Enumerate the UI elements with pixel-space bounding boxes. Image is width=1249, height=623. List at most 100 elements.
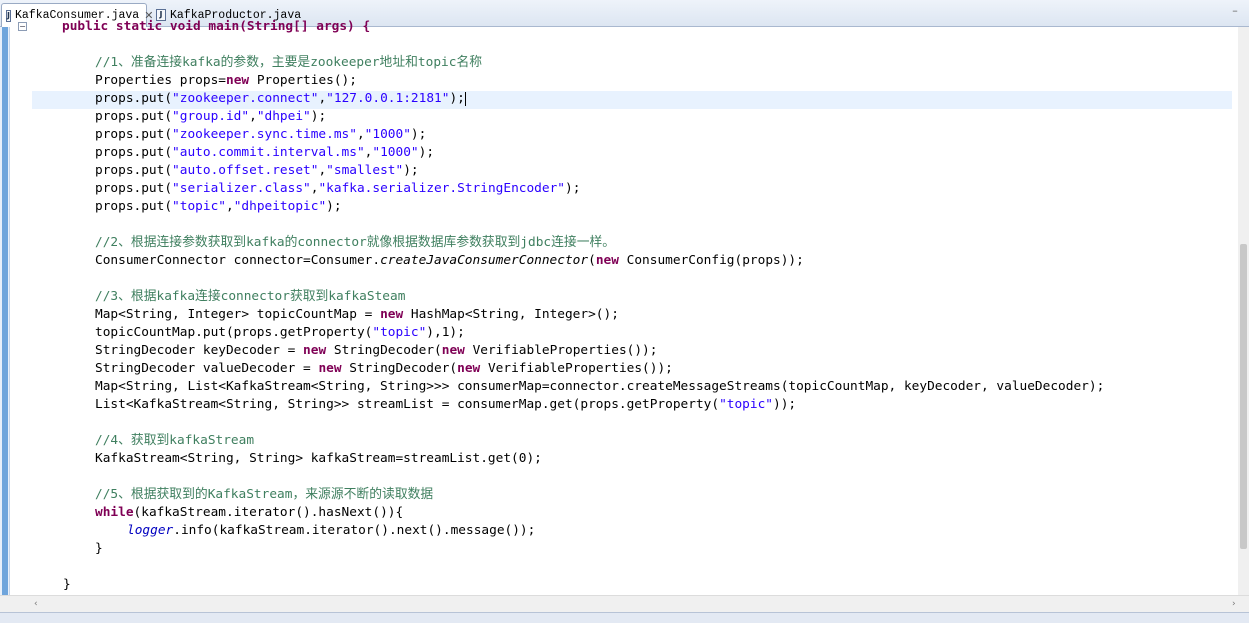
code-line: //5、根据获取到的KafkaStream，来源源不断的读取数据 (32, 486, 1104, 504)
change-ruler-bar (2, 27, 8, 595)
string-literal: "dhpeitopic" (233, 199, 327, 214)
code-line: } (32, 576, 1104, 594)
code-lines: public static void main(String[] args) {… (32, 18, 1104, 594)
code-line: props.put("topic","dhpeitopic"); (32, 198, 1104, 216)
string-literal: "group.id" (172, 109, 250, 124)
code-line: public static void main(String[] args) { (32, 18, 1104, 36)
comment: //5、根据获取到的KafkaStream，来源源不断的读取数据 (95, 487, 434, 502)
code-token: ); (326, 199, 342, 214)
scroll-left-icon[interactable]: ‹ (34, 599, 38, 609)
code-token: StringDecoder valueDecoder = (95, 361, 319, 376)
code-token: StringDecoder( (341, 361, 458, 376)
keyword: new (380, 307, 404, 322)
code-token: ),1); (426, 325, 465, 340)
comment: //3、根据kafka连接connector获取到kafkaSteam (95, 289, 406, 304)
fold-collapse-icon[interactable]: − (18, 22, 27, 31)
code-token: )); (773, 397, 797, 412)
code-token: ( (588, 253, 596, 268)
string-literal: "topic" (719, 397, 773, 412)
code-line: //4、获取到kafkaStream (32, 432, 1104, 450)
bottom-panel-border (0, 612, 1249, 623)
string-literal: "1000" (372, 145, 419, 160)
code-line: List<KafkaStream<String, String>> stream… (32, 396, 1104, 414)
string-literal: "dhpei" (256, 109, 311, 124)
code-line: ConsumerConnector connector=Consumer.cre… (32, 252, 1104, 270)
code-token: ); (418, 145, 435, 160)
code-line: } (32, 540, 1104, 558)
horizontal-scrollbar[interactable] (0, 595, 1249, 612)
code-token: ConsumerConfig(props)); (618, 253, 804, 268)
code-token: , (318, 91, 327, 106)
string-literal: "1000" (364, 127, 411, 142)
string-literal: "topic" (172, 199, 226, 214)
code-token: ConsumerConnector connector=Consumer. (95, 253, 381, 268)
comment: //2、根据连接参数获取到kafka的connector就像根据数据库参数获取到… (95, 235, 616, 250)
code-token: ); (410, 127, 427, 142)
code-token: topicCountMap.put(props.getProperty( (95, 325, 373, 340)
code-token: StringDecoder keyDecoder = (95, 343, 304, 358)
comment: //4、获取到kafkaStream (95, 433, 255, 448)
code-token: (kafkaStream.iterator().hasNext()){ (133, 505, 404, 520)
code-line: props.put("auto.commit.interval.ms","100… (32, 144, 1104, 162)
string-literal: "kafka.serializer.StringEncoder" (318, 181, 565, 196)
minimize-icon[interactable]: – (1229, 5, 1241, 18)
code-line: StringDecoder valueDecoder = new StringD… (32, 360, 1104, 378)
code-line: props.put("serializer.class","kafka.seri… (32, 180, 1104, 198)
code-token: VerifiableProperties()); (480, 361, 673, 376)
keyword: new (595, 253, 619, 268)
code-token: ); (403, 163, 419, 178)
keyword: new (441, 343, 465, 358)
code-line: //1、准备连接kafka的参数，主要是zookeeper地址和topic名称 (32, 54, 1104, 72)
keyword: new (225, 73, 250, 88)
comment: //1、准备连接kafka的参数，主要是zookeeper地址和topic名称 (95, 55, 483, 70)
code-token: Map<String, Integer> topicCountMap = (95, 307, 381, 322)
string-literal: "zookeeper.sync.time.ms" (172, 127, 357, 142)
code-line: Map<String, Integer> topicCountMap = new… (32, 306, 1104, 324)
string-literal: "topic" (372, 325, 427, 340)
keyword: new (457, 361, 481, 376)
code-token: props.put( (95, 91, 173, 106)
code-line: props.put("auto.offset.reset","smallest"… (32, 162, 1104, 180)
code-token: } (95, 541, 103, 556)
java-file-icon: J (6, 9, 11, 22)
static-field: logger (127, 523, 174, 538)
code-token: props= (172, 73, 226, 88)
code-line: //2、根据连接参数获取到kafka的connector就像根据数据库参数获取到… (32, 234, 1104, 252)
code-line: KafkaStream<String, String> kafkaStream=… (32, 450, 1104, 468)
code-token: .info(kafkaStream.iterator().next().mess… (173, 523, 536, 538)
scroll-right-icon[interactable]: › (1232, 599, 1236, 609)
code-token: , (225, 199, 234, 214)
code-token: List<KafkaStream<String, String>> stream… (95, 397, 720, 412)
code-line: props.put("zookeeper.connect","127.0.0.1… (32, 90, 1104, 108)
code-token: VerifiableProperties()); (464, 343, 658, 358)
code-token: KafkaStream<String, String> kafkaStream=… (95, 451, 542, 466)
code-token: props.put( (95, 109, 173, 124)
code-line: topicCountMap.put(props.getProperty("top… (32, 324, 1104, 342)
string-literal: "zookeeper.connect" (172, 91, 319, 106)
code-token: } (63, 577, 71, 592)
code-line: Map<String, List<KafkaStream<String, Str… (32, 378, 1104, 396)
string-literal: "auto.offset.reset" (172, 163, 319, 178)
string-literal: "auto.commit.interval.ms" (172, 145, 365, 160)
code-token: , (249, 109, 257, 124)
code-line: //3、根据kafka连接connector获取到kafkaSteam (32, 288, 1104, 306)
string-literal: "smallest" (326, 163, 404, 178)
vertical-scroll-thumb[interactable] (1240, 244, 1247, 549)
code-token: Properties (95, 73, 173, 88)
code-token: Map<String, List<KafkaStream<String, Str… (95, 379, 1105, 394)
code-token: HashMap<String, Integer>(); (403, 307, 619, 322)
code-line: StringDecoder keyDecoder = new StringDec… (32, 342, 1104, 360)
code-editor[interactable]: public static void main(String[] args) {… (32, 18, 1232, 595)
code-token: props.put( (95, 181, 173, 196)
code-token: props.put( (95, 163, 173, 178)
code-token: props.put( (95, 145, 173, 160)
text-caret (464, 91, 466, 106)
code-line: while(kafkaStream.iterator().hasNext()){ (32, 504, 1104, 522)
keyword: new (318, 361, 342, 376)
keyword: while (95, 505, 134, 520)
